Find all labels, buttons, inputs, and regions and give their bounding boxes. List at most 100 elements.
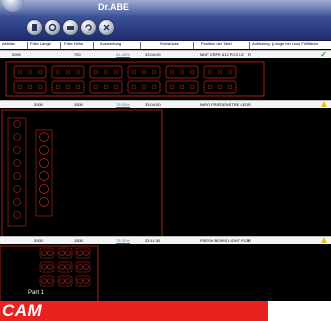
- header-cell: Fülle Höhe: [64, 41, 84, 46]
- part-hole: [13, 146, 21, 154]
- part-hole: [217, 69, 223, 75]
- nesting-drawing: Part 1: [0, 245, 99, 301]
- part-hole: [83, 278, 89, 284]
- part-hole: [189, 69, 195, 75]
- part-hole: [75, 69, 81, 75]
- header-cell: Auswertung: [100, 41, 122, 46]
- part-hole: [47, 264, 53, 270]
- part-hole: [13, 120, 21, 128]
- part-hole: [77, 250, 83, 256]
- nested-part: [165, 65, 199, 79]
- job-cell: 33:11:30: [145, 238, 161, 243]
- sheet-outline: [0, 245, 99, 301]
- job-row[interactable]: 2000 1500 75.31% 33:11:30 FRESH BORIS LI…: [0, 236, 331, 244]
- part-hole: [39, 145, 49, 155]
- nested-part: [165, 80, 199, 94]
- part-hole: [151, 84, 157, 90]
- part-hole: [39, 184, 49, 194]
- part-hole: [41, 278, 47, 284]
- part-hole: [131, 84, 137, 90]
- tool-1-button[interactable]: [26, 19, 43, 36]
- part-hole: [93, 84, 99, 90]
- nesting-drawing: [5, 61, 265, 97]
- part-hole: [77, 264, 83, 270]
- part-hole: [207, 69, 213, 75]
- nested-part: [89, 80, 123, 94]
- nested-part: [89, 65, 123, 79]
- part-hole: [37, 69, 43, 75]
- part-hole: [27, 69, 33, 75]
- header-cell: Abbildu: [2, 41, 16, 46]
- nested-part: [127, 65, 161, 79]
- header-cell: Fülle Länge: [30, 41, 51, 46]
- warning-icon: [321, 101, 327, 107]
- part-hole: [207, 84, 213, 90]
- job-cell: NIRO FRIEDENSTRE LED: [200, 102, 249, 107]
- part-hole: [179, 84, 185, 90]
- header-cell: Rohstücke: [160, 41, 179, 46]
- document-icon: [32, 24, 37, 31]
- part-hole: [103, 69, 109, 75]
- cam-banner-text: CAM: [2, 301, 43, 320]
- part-hole: [27, 84, 33, 90]
- part-hole: [113, 69, 119, 75]
- job-cell: R: [248, 102, 251, 107]
- part-hole: [13, 198, 21, 206]
- nested-part: [51, 65, 85, 79]
- nested-part: [75, 247, 91, 259]
- part-hole: [13, 211, 21, 219]
- header-cell: Auflistung: (Länge bei Lkw) Füllfläche: [252, 41, 319, 46]
- job-cell: MDF CRPE 612 PCS LE: [200, 52, 245, 57]
- job-cell: 33:04:00: [145, 102, 161, 107]
- sheet-outline: [5, 61, 265, 97]
- part-hole: [103, 84, 109, 90]
- part-hole: [39, 171, 49, 181]
- part-hole: [55, 84, 61, 90]
- app-title: Dr.ABE: [98, 2, 130, 12]
- tool-2-button[interactable]: [44, 19, 61, 36]
- table-header: Abbildu Fülle Länge Fülle Höhe Auswertun…: [0, 41, 331, 50]
- tool-5-button[interactable]: [98, 19, 115, 36]
- nested-part: [203, 80, 237, 94]
- part-hole: [189, 84, 195, 90]
- part-hole: [59, 278, 65, 284]
- cam-banner: CAM: [0, 301, 268, 321]
- job-row[interactable]: 2000 1500 79.53% 33:04:00 NIRO FRIEDENST…: [0, 100, 331, 108]
- part-hole: [151, 69, 157, 75]
- header-cell: Position der Tafel: [201, 41, 232, 46]
- part-hole: [65, 278, 71, 284]
- job-row[interactable]: 0000 700 41.48% 33:04:09 MDF CRPE 612 PC…: [0, 50, 331, 59]
- nested-part: [75, 261, 91, 273]
- nesting-preview-2: [0, 108, 331, 240]
- settings-icon: [103, 24, 110, 31]
- part-hole: [113, 84, 119, 90]
- nested-part: [39, 275, 55, 287]
- job-cell: 33:04:09: [145, 52, 161, 57]
- nested-part: [57, 275, 73, 287]
- part-hole: [39, 158, 49, 168]
- tool-3-button[interactable]: [62, 19, 79, 36]
- nested-part: [39, 247, 55, 259]
- job-cell: R: [248, 52, 251, 57]
- part-hole: [47, 278, 53, 284]
- part-hole: [65, 69, 71, 75]
- part-hole: [41, 264, 47, 270]
- part-hole: [65, 264, 71, 270]
- part-hole: [217, 84, 223, 90]
- nested-part: [35, 129, 53, 217]
- tool-4-button[interactable]: [80, 19, 97, 36]
- part-hole: [39, 197, 49, 207]
- nested-part: [57, 261, 73, 273]
- part-hole: [41, 250, 47, 256]
- job-cell: 2000: [34, 238, 43, 243]
- part-hole: [37, 84, 43, 90]
- nesting-drawing: [1, 109, 163, 239]
- nested-part: [51, 80, 85, 94]
- part-hole: [169, 69, 175, 75]
- job-cell: FRESH BORIS LIGHT PCB: [200, 238, 250, 243]
- nested-part: [13, 80, 47, 94]
- part-hole: [65, 250, 71, 256]
- part-hole: [17, 84, 23, 90]
- part-hole: [93, 69, 99, 75]
- part-hole: [83, 250, 89, 256]
